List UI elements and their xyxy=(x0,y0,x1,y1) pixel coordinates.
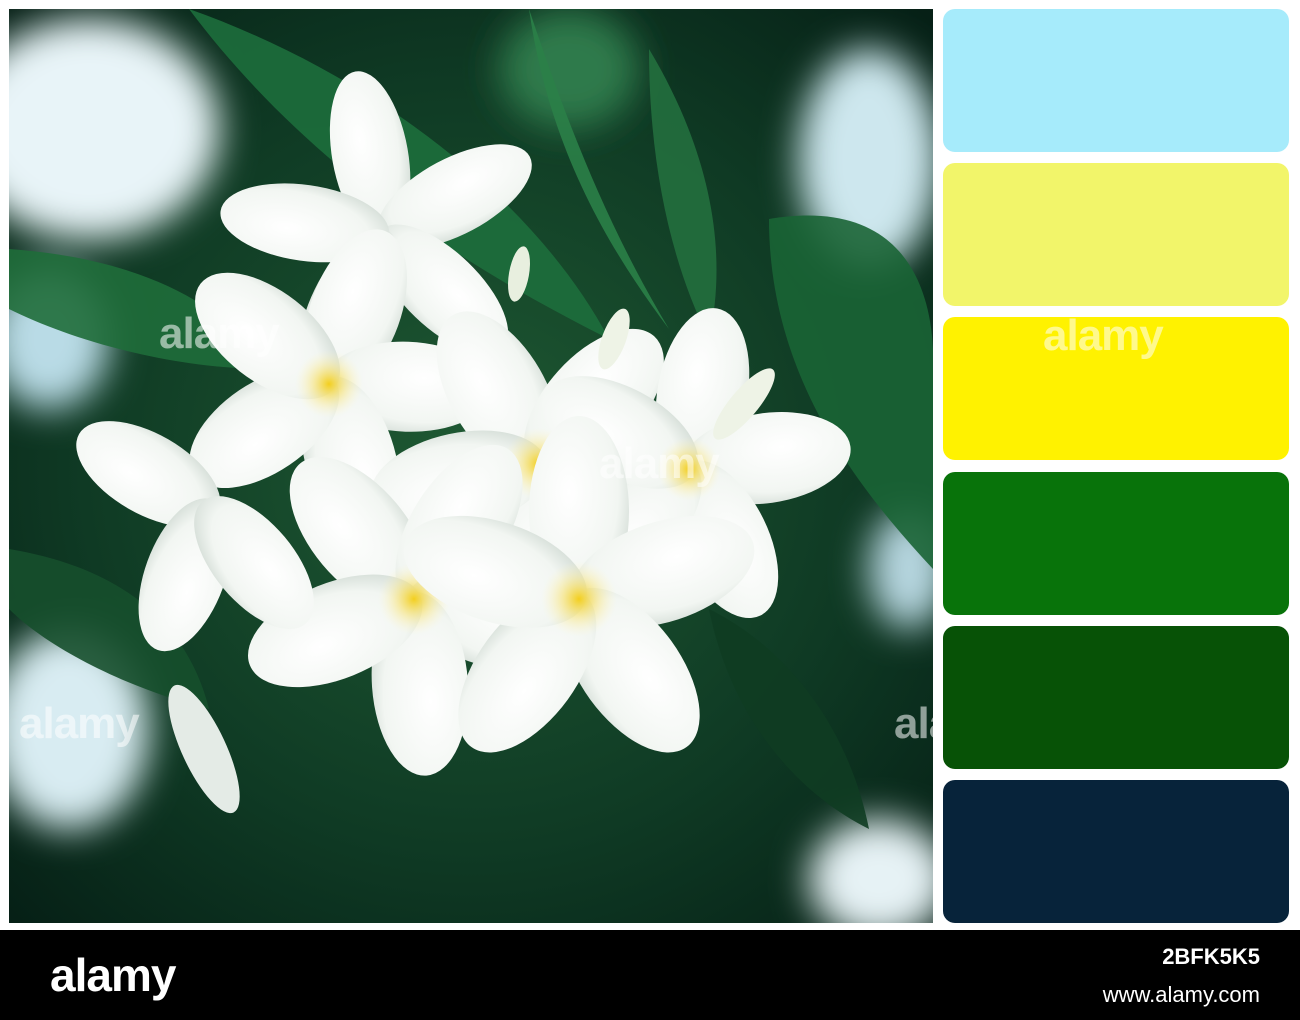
swatch-dark-green xyxy=(943,625,1289,769)
swatch-green xyxy=(943,471,1289,615)
footer-bar: alamy 2BFK5K5 www.alamy.com xyxy=(0,930,1300,1020)
watermark-text-palette: alamy xyxy=(1043,311,1164,361)
footer-info: 2BFK5K5 www.alamy.com xyxy=(1103,944,1260,1008)
image-id: 2BFK5K5 xyxy=(1162,944,1260,969)
swatch-pale-yellow xyxy=(943,163,1289,307)
alamy-logo: alamy xyxy=(50,949,176,1001)
swatch-bright-yellow: alamy xyxy=(943,311,1289,461)
site-url: www.alamy.com xyxy=(1102,982,1260,1007)
swatch-navy xyxy=(943,779,1289,923)
swatch-light-blue xyxy=(943,9,1289,152)
plumeria-photo: alamy alamy alamy alamy xyxy=(9,9,933,923)
color-palette: alamy xyxy=(943,9,1289,923)
flower-image xyxy=(9,9,933,923)
